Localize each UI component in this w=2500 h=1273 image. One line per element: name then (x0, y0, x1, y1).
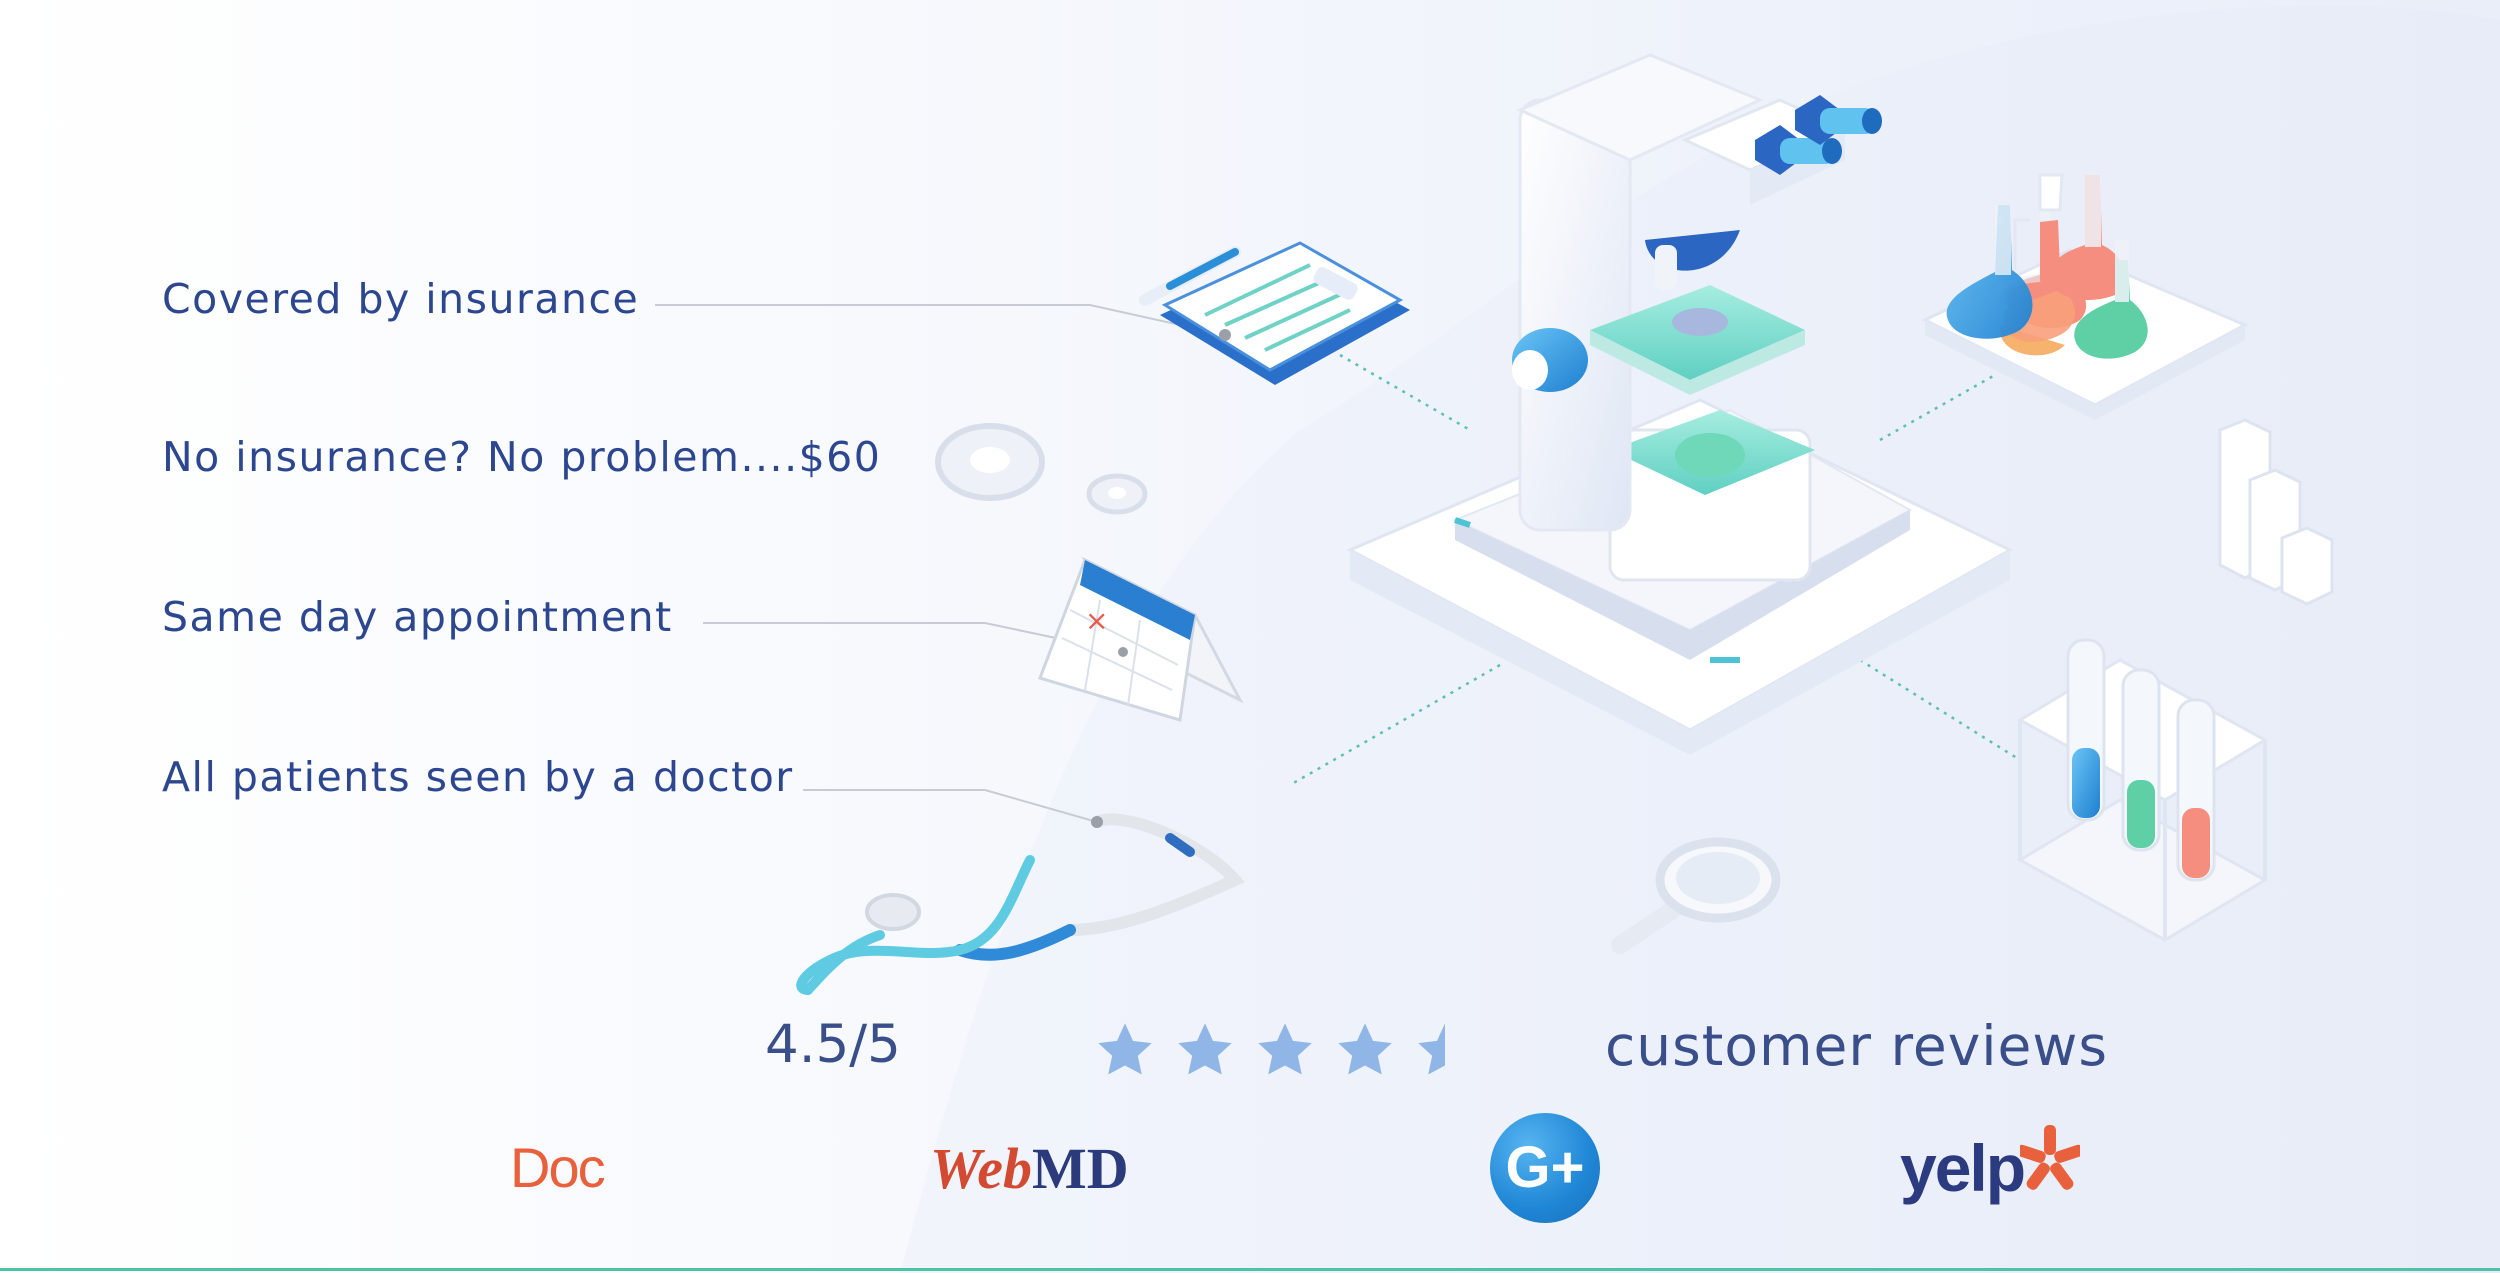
webmd-logo-md: MD (1032, 1136, 1129, 1201)
magnifier-icon (1611, 837, 1781, 954)
flasks-icon (1921, 173, 2249, 420)
bar-chart-icon (2218, 418, 2334, 606)
gear-icon (935, 423, 1148, 515)
doc-logo[interactable]: Doc (510, 1135, 606, 1200)
svg-text:×: × (1085, 604, 1108, 637)
test-tubes-icon (2016, 638, 2269, 942)
clipboard-icon (1160, 241, 1410, 385)
rating-score: 4.5/5 (765, 1014, 901, 1075)
page: Covered by insurance No insurance? No pr… (0, 0, 2500, 1273)
star-icon (1178, 1023, 1232, 1075)
connector-lines (655, 304, 1226, 823)
star-icon (1258, 1023, 1312, 1075)
star-icon (1338, 1023, 1392, 1075)
stethoscope-icon (796, 813, 1245, 995)
webmd-logo[interactable]: WebMD (930, 1135, 1129, 1202)
yelp-burst-icon (2020, 1125, 2080, 1190)
star-half-icon (1418, 1023, 1445, 1075)
microscope-icon (1346, 53, 2014, 755)
footer-divider (0, 1268, 2500, 1271)
star-icon (1098, 1023, 1152, 1075)
illustration-layer: × (655, 53, 2334, 995)
customer-reviews-label: customer reviews (1605, 1014, 2109, 1078)
yelp-logo[interactable]: yelp (1900, 1130, 2026, 1206)
calendar-icon: × (1038, 556, 1244, 722)
google-plus-logo[interactable]: G+ (1490, 1113, 1600, 1223)
webmd-logo-web: Web (930, 1136, 1033, 1201)
